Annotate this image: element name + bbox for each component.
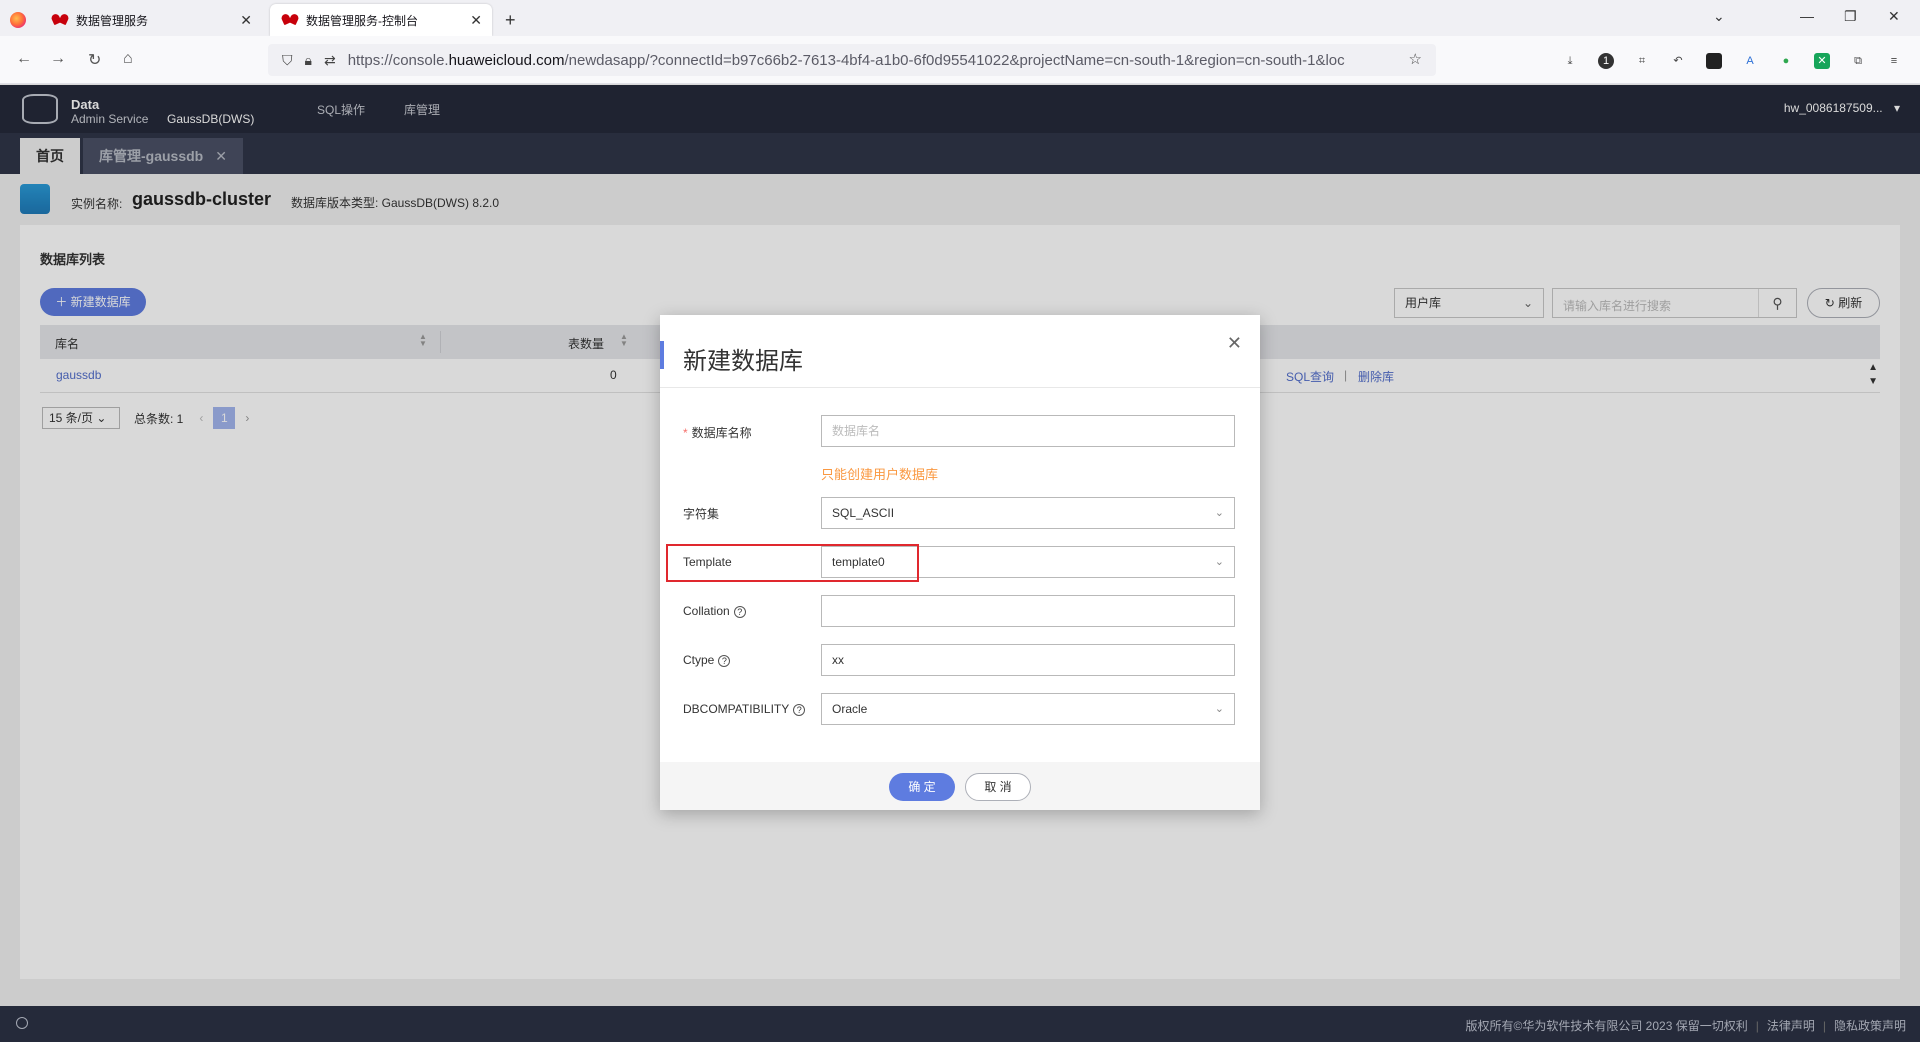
close-icon[interactable]: ✕ xyxy=(470,12,482,29)
ctype-label-text: Ctype xyxy=(683,653,715,667)
dialog-title: 新建数据库 xyxy=(683,348,803,375)
charset-select[interactable]: SQL_ASCII ⌄ xyxy=(821,497,1235,529)
firefox-icon[interactable] xyxy=(10,12,26,28)
lock-icon[interactable]: 🔒︎ xyxy=(305,52,312,69)
ctype-input[interactable]: xx xyxy=(821,644,1235,676)
browser-toolbar: ← → ↻ ⌂ ⛉ 🔒︎ ⇄ https://console. huaweiclo… xyxy=(0,36,1920,84)
browser-tab-strip: 数据管理服务 ✕ 数据管理服务-控制台 ✕ + ⌄ — ❐ ✕ xyxy=(0,0,1920,36)
window-close-icon[interactable]: ✕ xyxy=(1888,8,1900,25)
browser-tab-2[interactable]: 数据管理服务-控制台 ✕ xyxy=(270,4,492,36)
browser-tab-title: 数据管理服务-控制台 xyxy=(306,13,418,28)
undo-icon[interactable]: ↶ xyxy=(1670,53,1686,69)
extension-x-icon[interactable]: ✕ xyxy=(1814,53,1830,69)
ctype-label: Ctype? xyxy=(683,653,731,667)
globe-icon[interactable] xyxy=(16,1017,28,1029)
legal-link[interactable]: 法律声明 xyxy=(1767,1019,1815,1033)
create-database-dialog: 新建数据库 ✕ * 数据库名称 数据库名 只能创建用户数据库 字符集 SQL_AS… xyxy=(660,315,1260,810)
help-icon[interactable]: ? xyxy=(793,703,806,716)
forward-icon[interactable]: → xyxy=(50,50,66,68)
template-highlight-box xyxy=(666,544,919,582)
copyright-text: 版权所有©华为软件技术有限公司 2023 保留一切权利 xyxy=(1465,1019,1748,1033)
new-tab-icon[interactable]: + xyxy=(505,10,516,31)
privacy-link[interactable]: 隐私政策声明 xyxy=(1834,1019,1906,1033)
menu-icon[interactable]: ≡ xyxy=(1886,53,1902,69)
db-name-placeholder: 数据库名 xyxy=(832,424,881,438)
dbcompat-label-text: DBCOMPATIBILITY xyxy=(683,702,790,716)
tab-list-chevron-icon[interactable]: ⌄ xyxy=(1713,8,1725,25)
collation-label: Collation? xyxy=(683,604,746,618)
dialog-footer xyxy=(660,762,1260,810)
confirm-button[interactable]: 确 定 xyxy=(889,773,955,801)
home-icon[interactable]: ⌂ xyxy=(123,50,133,68)
browser-tab-title: 数据管理服务 xyxy=(76,13,149,28)
reload-icon[interactable]: ↻ xyxy=(88,50,101,70)
address-bar[interactable]: ⛉ 🔒︎ ⇄ https://console. huaweicloud.com/n… xyxy=(268,44,1436,76)
footer-separator: | xyxy=(1755,1019,1759,1033)
password-manager-icon[interactable]: 1 xyxy=(1598,53,1614,69)
db-name-hint: 只能创建用户数据库 xyxy=(821,467,939,482)
footer-separator: | xyxy=(1822,1019,1826,1033)
back-icon[interactable]: ← xyxy=(16,50,32,68)
translate-icon[interactable]: A xyxy=(1742,53,1758,69)
shield-icon[interactable]: ⛉ xyxy=(282,52,293,69)
extension-dark-icon[interactable] xyxy=(1706,53,1722,69)
extensions-puzzle-icon[interactable]: ⧉ xyxy=(1850,53,1866,69)
title-accent-bar xyxy=(660,341,664,369)
close-icon[interactable]: ✕ xyxy=(240,12,252,29)
chevron-down-icon: ⌄ xyxy=(1214,556,1224,568)
chevron-down-icon: ⌄ xyxy=(1214,703,1224,715)
browser-tab-1[interactable]: 数据管理服务 ✕ xyxy=(40,4,262,36)
dbcompat-select[interactable]: Oracle ⌄ xyxy=(821,693,1235,725)
ctype-value: xx xyxy=(832,653,844,667)
huawei-logo-icon xyxy=(52,14,68,26)
url-path: /newdasapp/?connectId=b97c66b2-7613-4bf4… xyxy=(564,51,1345,69)
url-domain: huaweicloud.com xyxy=(448,51,565,69)
db-name-label-text: 数据库名称 xyxy=(691,426,752,440)
dbcompat-label: DBCOMPATIBILITY? xyxy=(683,702,806,716)
collation-input[interactable] xyxy=(821,595,1235,627)
db-name-input[interactable]: 数据库名 xyxy=(821,415,1235,447)
chevron-down-icon: ⌄ xyxy=(1214,507,1224,519)
collation-label-text: Collation xyxy=(683,604,730,618)
charset-value: SQL_ASCII xyxy=(832,506,895,520)
cancel-button[interactable]: 取 消 xyxy=(965,773,1031,801)
downloads-icon[interactable]: ⤓ xyxy=(1562,53,1578,69)
url-prefix: https://console. xyxy=(347,51,449,69)
minimize-icon[interactable]: — xyxy=(1800,8,1814,24)
page-footer: 版权所有©华为软件技术有限公司 2023 保留一切权利 | 法律声明 | 隐私政策声明 xyxy=(0,1006,1920,1042)
required-asterisk: * xyxy=(683,426,688,440)
help-icon[interactable]: ? xyxy=(733,605,746,618)
help-icon[interactable]: ? xyxy=(718,654,731,667)
divider xyxy=(660,387,1260,388)
extension-green-icon[interactable]: ● xyxy=(1778,53,1794,69)
permissions-icon[interactable]: ⇄ xyxy=(324,52,336,69)
footer-links: 版权所有©华为软件技术有限公司 2023 保留一切权利 | 法律声明 | 隐私政策声明 xyxy=(1466,1017,1907,1034)
close-icon[interactable]: ✕ xyxy=(1227,333,1242,354)
huawei-logo-icon xyxy=(282,14,298,26)
restore-icon[interactable]: ❐ xyxy=(1844,8,1857,25)
dbcompat-value: Oracle xyxy=(832,702,868,716)
db-name-label: * 数据库名称 xyxy=(683,424,752,441)
crop-icon[interactable]: ⌗ xyxy=(1634,53,1650,69)
charset-label: 字符集 xyxy=(683,507,720,521)
bookmark-star-icon[interactable]: ☆ xyxy=(1409,50,1422,68)
